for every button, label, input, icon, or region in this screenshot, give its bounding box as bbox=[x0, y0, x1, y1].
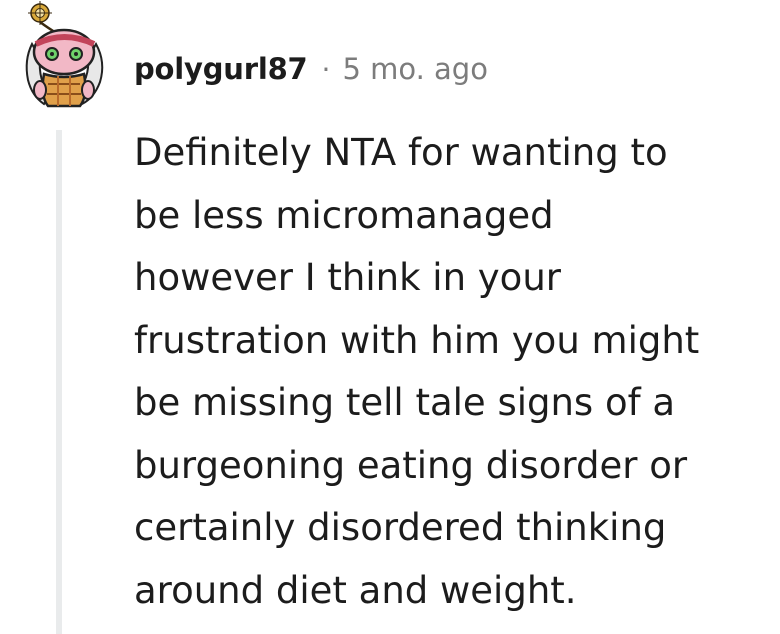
comment-body-line: however I think in your bbox=[134, 256, 561, 299]
comment-body-line: certainly disordered thinking bbox=[134, 506, 667, 549]
sun-emblem-icon bbox=[28, 1, 52, 25]
comment-body-line: be missing tell tale signs of a bbox=[134, 381, 676, 424]
comment: polygurl87 · 5 mo. ago Definitely NTA fo… bbox=[0, 0, 780, 634]
comment-body-line: Definitely NTA for wanting to bbox=[134, 131, 668, 174]
meta-separator: · bbox=[321, 52, 331, 86]
comment-body: Definitely NTA for wanting to be less mi… bbox=[134, 122, 764, 622]
comment-header: polygurl87 · 5 mo. ago bbox=[134, 46, 488, 92]
snoo-avatar-icon bbox=[25, 1, 104, 108]
username-link[interactable]: polygurl87 bbox=[134, 52, 308, 86]
thread-collapse-line[interactable] bbox=[56, 130, 62, 634]
comment-body-line: be less micromanaged bbox=[134, 193, 554, 237]
comment-body-line: frustration with him you might bbox=[134, 318, 700, 362]
comment-age[interactable]: 5 mo. ago bbox=[342, 52, 488, 86]
comment-body-line: burgeoning eating disorder or bbox=[134, 443, 688, 487]
comment-body-line: around diet and weight. bbox=[134, 568, 577, 612]
avatar[interactable] bbox=[14, 0, 110, 112]
